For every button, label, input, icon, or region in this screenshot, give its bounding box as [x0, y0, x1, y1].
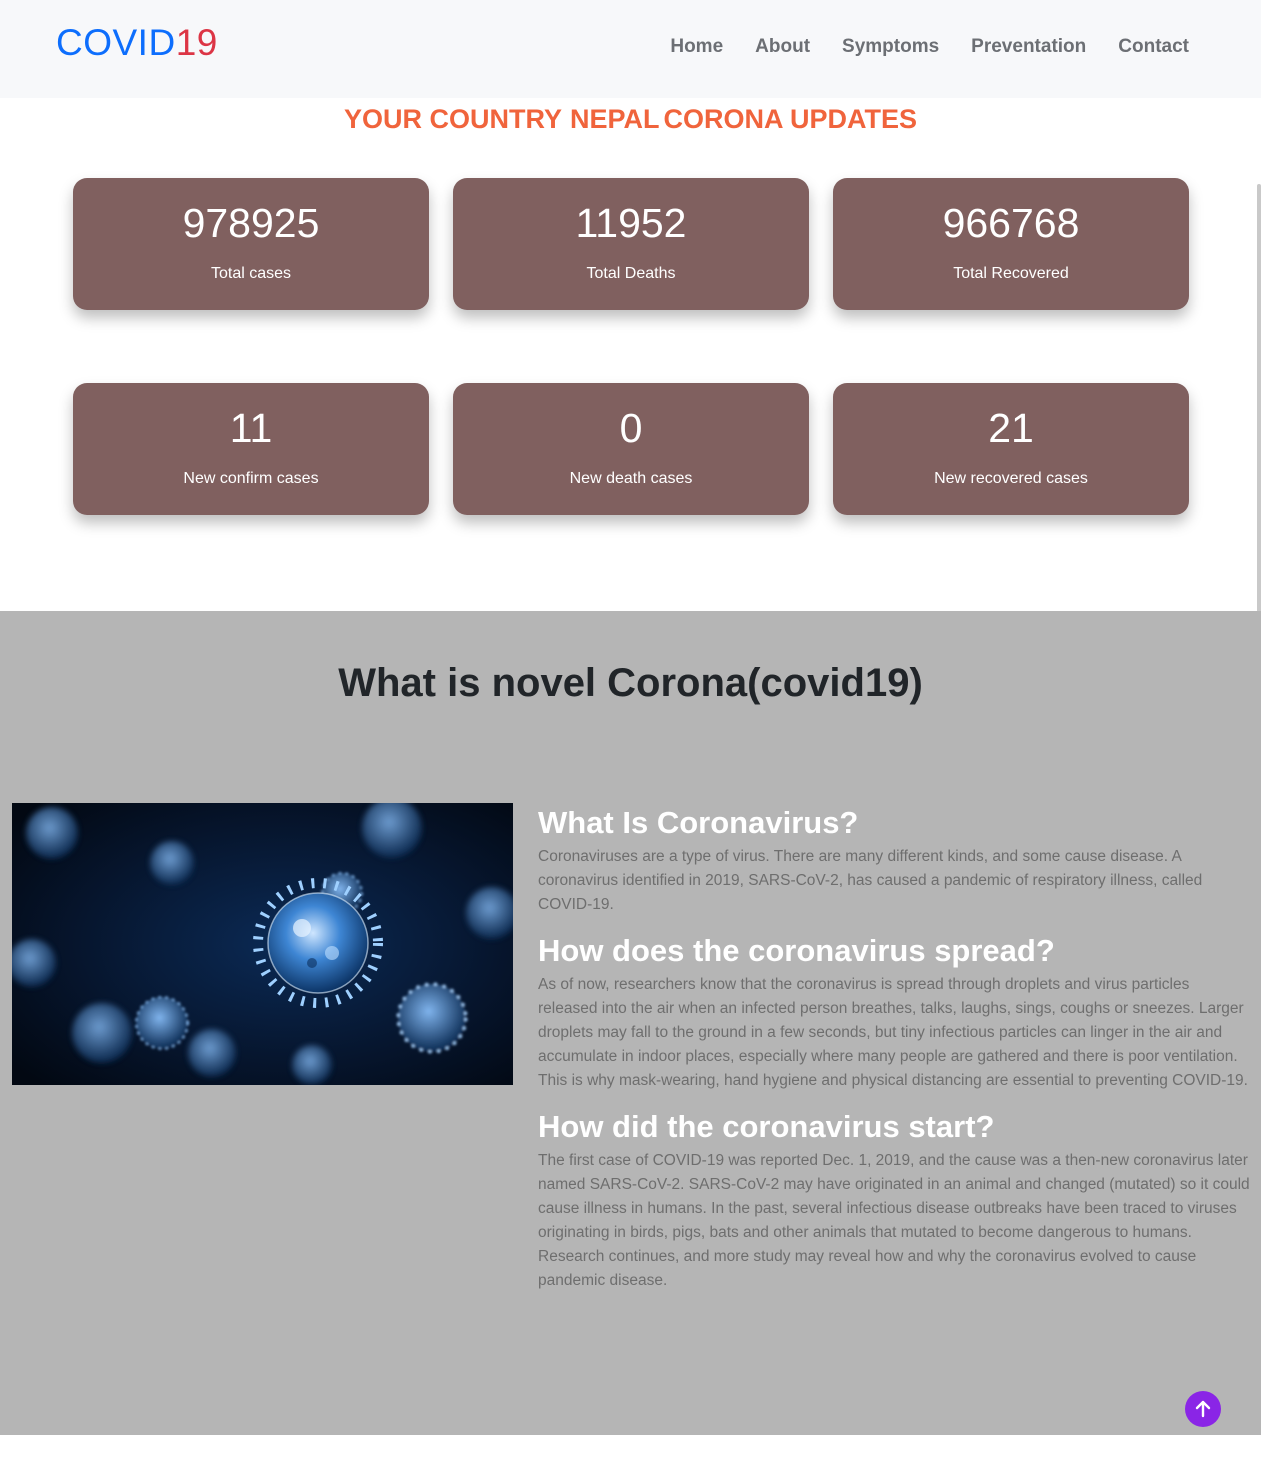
nav-home[interactable]: Home [670, 36, 723, 58]
stat-label: New recovered cases [934, 470, 1088, 487]
nav-symptoms[interactable]: Symptoms [842, 36, 939, 58]
section-text-what-is: Coronaviruses are a type of virus. There… [538, 848, 1203, 913]
headline-prefix: YOUR COUNTRY [343, 104, 562, 134]
stat-label: New confirm cases [183, 470, 319, 487]
section-heading-spread: How does the coronavirus spread? [538, 933, 1055, 968]
stat-value: 966768 [942, 200, 1080, 246]
stat-label: Total Recovered [953, 265, 1069, 282]
arrow-up-icon [1195, 1400, 1211, 1418]
nav-contact[interactable]: Contact [1118, 36, 1189, 58]
stat-value: 21 [988, 405, 1034, 451]
page-bottom [0, 1435, 1261, 1461]
stat-card-total-deaths: 11952 Total Deaths [453, 178, 809, 310]
page-scrollbar[interactable] [1257, 184, 1261, 630]
stat-label: Total cases [210, 265, 292, 282]
section-text-spread: As of now, researchers know that the cor… [538, 976, 1248, 1089]
brand-part-19: 19 [175, 22, 218, 63]
stat-card-new-confirm: 11 New confirm cases [73, 383, 429, 515]
brand-logo[interactable]: COVID19 [56, 22, 218, 64]
about-title: What is novel Corona(covid19) [338, 661, 923, 705]
stat-value: 0 [619, 405, 643, 451]
stat-card-total-recovered: 966768 Total Recovered [833, 178, 1189, 310]
stat-value: 11952 [575, 200, 687, 246]
section-text-start: The first case of COVID-19 was reported … [538, 1152, 1250, 1289]
stat-label: New death cases [569, 470, 693, 487]
nav-about[interactable]: About [755, 36, 810, 58]
stat-value: 11 [229, 405, 273, 451]
coronavirus-image [12, 803, 513, 1085]
stat-label: Total Deaths [586, 265, 676, 282]
stat-card-new-recovered: 21 New recovered cases [833, 383, 1189, 515]
country-updates-heading: YOUR COUNTRY NEPAL CORONA UPDATES [0, 104, 1261, 135]
section-heading-what-is: What Is Coronavirus? [538, 805, 859, 840]
headline-suffix: CORONA UPDATES [663, 104, 918, 134]
coronavirus-info: What Is Coronavirus? Coronaviruses are a… [538, 803, 1250, 1307]
about-section: What is novel Corona(covid19) What Is Co… [0, 611, 1261, 1435]
main-nav: Home About Symptoms Preventation Contact [670, 36, 1189, 58]
headline-country: NEPAL [569, 104, 660, 134]
stat-card-new-death: 0 New death cases [453, 383, 809, 515]
back-to-top-button[interactable] [1185, 1391, 1221, 1427]
section-heading-start: How did the coronavirus start? [538, 1109, 995, 1144]
brand-part-covid: COVID [56, 22, 176, 63]
navbar: COVID19 Home About Symptoms Preventation… [0, 0, 1261, 98]
stat-value: 978925 [182, 200, 320, 246]
stat-card-total-cases: 978925 Total cases [73, 178, 429, 310]
nav-preventation[interactable]: Preventation [971, 36, 1086, 58]
